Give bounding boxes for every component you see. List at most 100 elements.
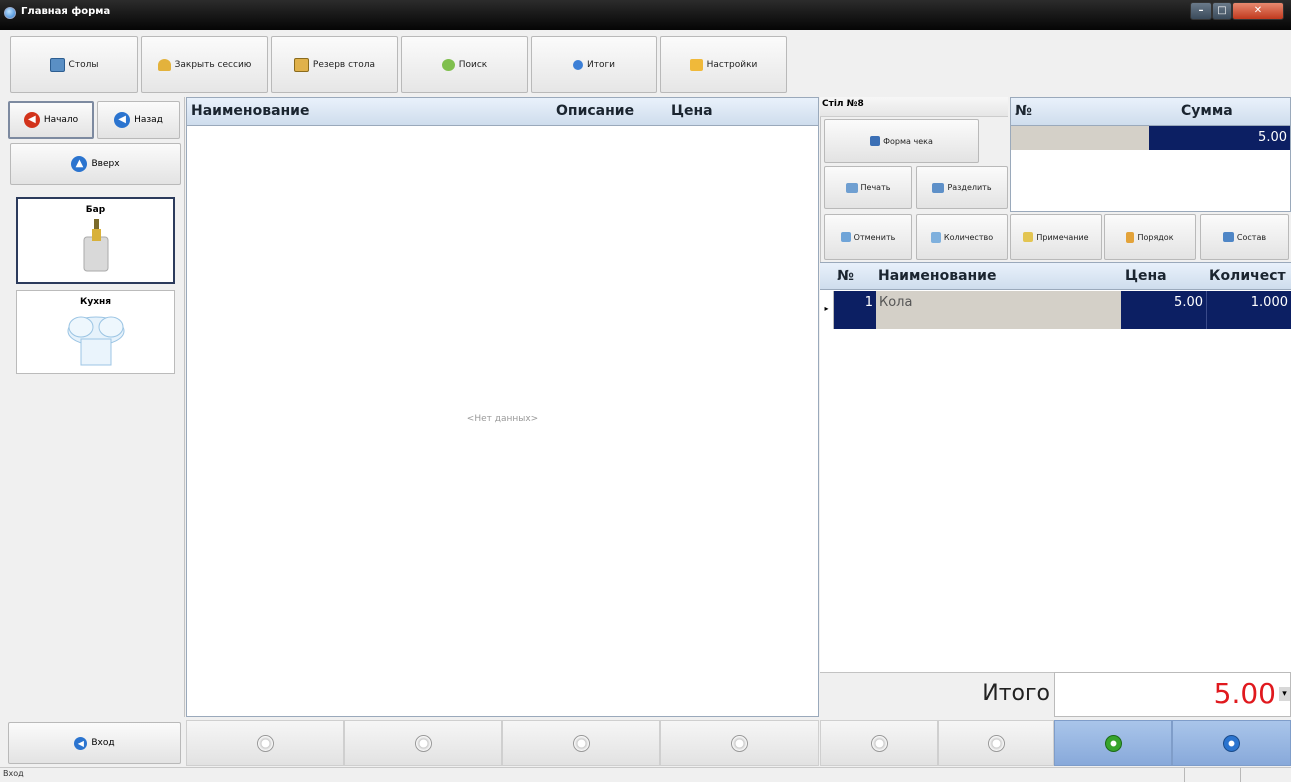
search-button[interactable]: Поиск xyxy=(401,36,528,93)
arrow-up-icon: ▲ xyxy=(71,156,88,172)
settings-label: Настройки xyxy=(706,59,758,70)
circle-icon xyxy=(414,734,432,752)
composition-icon xyxy=(1222,232,1234,242)
split-button[interactable]: Разделить xyxy=(916,166,1008,209)
tables-label: Столы xyxy=(68,59,99,70)
floppy-icon xyxy=(870,136,881,146)
order-button[interactable]: Порядок xyxy=(1104,214,1196,260)
column-header-price[interactable]: Цена xyxy=(671,103,713,119)
app-icon xyxy=(4,7,16,19)
category-label: Бар xyxy=(85,205,106,215)
calendar-icon xyxy=(293,57,309,72)
order-label: Порядок xyxy=(1137,232,1174,242)
close-session-button[interactable]: Закрыть сессию xyxy=(141,36,268,93)
receipt-form-label: Форма чека xyxy=(883,136,933,146)
page-button-5[interactable] xyxy=(820,720,938,766)
page-button-6[interactable] xyxy=(938,720,1054,766)
split-label: Разделить xyxy=(947,183,992,192)
totals-icon xyxy=(572,59,583,70)
quantity-icon xyxy=(930,231,941,243)
column-header-quantity[interactable]: Количест xyxy=(1209,268,1291,284)
row-price-cell: 5.00 xyxy=(1121,291,1207,329)
sum-value-cell: 5.00 xyxy=(1149,126,1290,150)
page-button-4[interactable] xyxy=(660,720,819,766)
close-button[interactable]: ✕ xyxy=(1232,2,1284,20)
search-label: Поиск xyxy=(458,59,488,70)
page-button-2[interactable] xyxy=(344,720,502,766)
product-grid-header: Наименование Описание Цена xyxy=(187,98,818,126)
receipt-form-button[interactable]: Форма чека xyxy=(824,119,979,163)
column-header-name[interactable]: Наименование xyxy=(878,268,997,284)
note-icon xyxy=(1023,232,1034,242)
product-grid[interactable]: Наименование Описание Цена <Нет данных> xyxy=(186,97,819,717)
enter-button[interactable]: ◀ Вход xyxy=(8,722,181,764)
search-icon xyxy=(441,58,455,71)
up-label: Вверх xyxy=(91,159,120,169)
chef-hat-icon xyxy=(67,316,124,366)
page-button-1[interactable] xyxy=(186,720,344,766)
minimize-button[interactable]: – xyxy=(1190,2,1212,20)
empty-grid-text: <Нет данных> xyxy=(466,414,539,424)
category-kitchen[interactable]: Кухня xyxy=(16,290,175,374)
lock-icon xyxy=(157,58,171,71)
note-button[interactable]: Примечание xyxy=(1010,214,1102,260)
row-number-cell: 1 xyxy=(834,291,876,329)
settings-icon xyxy=(689,58,703,71)
confirm-button[interactable] xyxy=(1054,720,1172,766)
order-grid[interactable]: № Наименование Цена Количест ▸ 1 Кола 5.… xyxy=(820,262,1291,672)
category-label: Кухня xyxy=(79,297,112,307)
print-label: Печать xyxy=(860,183,891,192)
window-title: Главная форма xyxy=(21,6,111,17)
table-label: Стіл №8 xyxy=(820,97,1008,117)
column-header-price[interactable]: Цена xyxy=(1125,268,1167,284)
start-button[interactable]: ◀ Начало xyxy=(8,101,94,139)
status-bar: Вход xyxy=(0,767,1291,782)
maximize-button[interactable]: □ xyxy=(1212,2,1232,20)
start-label: Начало xyxy=(43,115,79,125)
page-button-3[interactable] xyxy=(502,720,660,766)
column-header-number[interactable]: № xyxy=(837,268,854,284)
settings-button[interactable]: Настройки xyxy=(660,36,787,93)
composition-label: Состав xyxy=(1236,232,1267,242)
print-icon xyxy=(845,182,858,193)
sort-icon xyxy=(1126,231,1135,243)
enter-label: Вход xyxy=(91,738,115,748)
composition-button[interactable]: Состав xyxy=(1200,214,1289,260)
back-label: Назад xyxy=(134,115,163,125)
sum-grid[interactable]: № Сумма 5.00 xyxy=(1010,97,1291,212)
print-button[interactable]: Печать xyxy=(824,166,912,209)
tables-icon xyxy=(49,57,65,72)
quantity-button[interactable]: Количество xyxy=(916,214,1008,260)
cancel-button[interactable]: Отменить xyxy=(824,214,912,260)
reserve-table-button[interactable]: Резерв стола xyxy=(271,36,398,93)
toolbar: Столы Закрыть сессию Резерв стола Поиск … xyxy=(0,30,1291,96)
column-header-sum[interactable]: Сумма xyxy=(1181,103,1233,119)
column-header-description[interactable]: Описание xyxy=(556,103,634,119)
next-button[interactable] xyxy=(1172,720,1291,766)
total-label-area: Итого xyxy=(820,672,1054,717)
note-label: Примечание xyxy=(1036,232,1089,242)
sum-grid-header: № Сумма xyxy=(1011,98,1290,126)
back-button[interactable]: ◀ Назад xyxy=(97,101,180,139)
totals-label: Итоги xyxy=(586,59,616,70)
circle-icon xyxy=(987,734,1005,752)
up-button[interactable]: ▲ Вверх xyxy=(10,143,181,185)
column-header-name[interactable]: Наименование xyxy=(191,103,310,119)
status-text: Вход xyxy=(3,769,24,778)
totals-button[interactable]: Итоги xyxy=(531,36,657,93)
cancel-icon xyxy=(840,232,851,242)
total-label: Итого xyxy=(982,681,1050,706)
order-grid-header: № Наименование Цена Количест xyxy=(820,263,1291,290)
ice-bucket-icon xyxy=(83,219,108,272)
row-quantity-cell: 1.000 xyxy=(1207,291,1291,329)
status-divider xyxy=(1184,768,1185,782)
table-row[interactable]: ▸ 1 Кола 5.00 1.000 xyxy=(820,291,1291,329)
split-icon xyxy=(932,182,945,193)
tables-button[interactable]: Столы xyxy=(10,36,138,93)
category-bar[interactable]: Бар xyxy=(16,197,175,284)
total-dropdown-icon[interactable]: ▾ xyxy=(1279,687,1290,701)
arrow-right-icon xyxy=(1223,734,1240,752)
column-header-number[interactable]: № xyxy=(1015,103,1032,119)
arrow-left-icon: ◀ xyxy=(23,112,40,128)
total-field: 5.00 ▾ xyxy=(1054,672,1291,717)
